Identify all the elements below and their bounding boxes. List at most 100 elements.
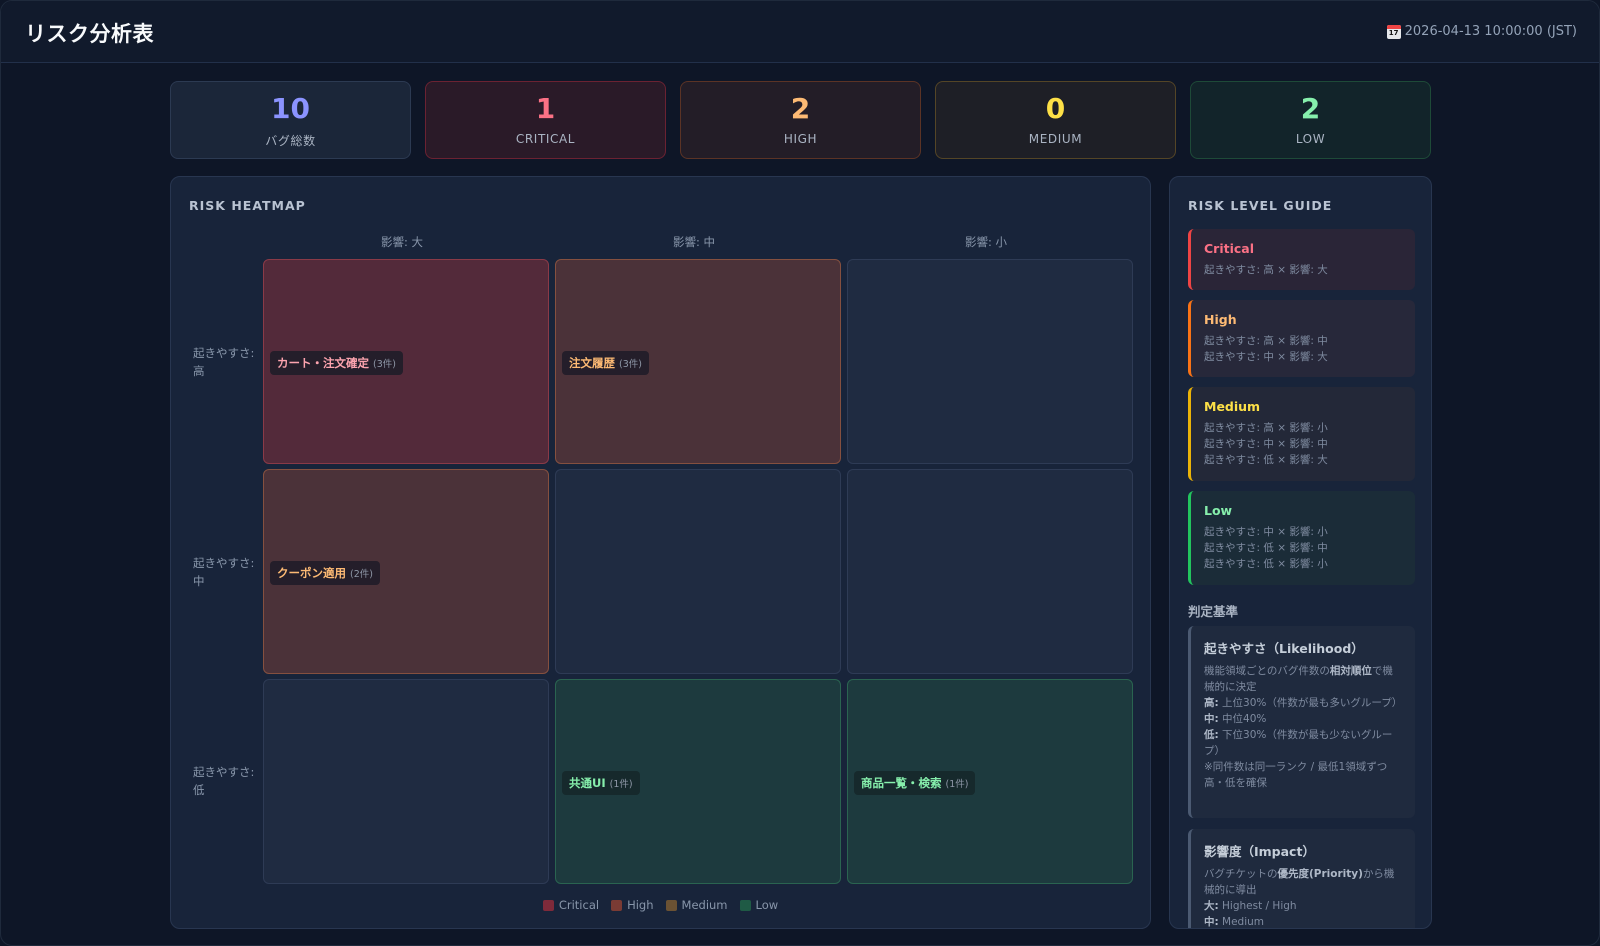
criteria-likelihood: 起きやすさ（Likelihood） 機能領域ごとのバグ件数の相対順位で機械的に決… bbox=[1188, 626, 1415, 818]
row-header-label: 起きやすさ: bbox=[193, 346, 255, 360]
row-header-likelihood-high: 起きやすさ: 高 bbox=[193, 344, 261, 380]
stat-critical: 1 CRITICAL bbox=[425, 81, 666, 159]
heatmap-legend: Critical High Medium Low bbox=[171, 898, 1150, 912]
guide-rule: 起きやすさ: 低 × 影響: 小 bbox=[1204, 558, 1328, 570]
stat-medium: 0 MEDIUM bbox=[935, 81, 1176, 159]
heatmap-cell-mid-large[interactable]: クーポン適用 (2件) bbox=[263, 469, 549, 674]
guide-critical: Critical 起きやすさ: 高 × 影響: 大 bbox=[1188, 229, 1415, 290]
legend-label: Low bbox=[755, 898, 779, 912]
timestamp: 2026-04-13 10:00:00 (JST) bbox=[1386, 24, 1577, 39]
row-header-level: 低 bbox=[193, 783, 205, 797]
row-header-level: 高 bbox=[193, 364, 205, 378]
criteria-description: バグチケットの優先度(Priority)から機械的に導出 bbox=[1204, 866, 1403, 898]
risk-heatmap-panel: RISK HEATMAP 影響: 大 影響: 中 影響: 小 起きやすさ: 高 … bbox=[170, 176, 1151, 929]
stat-label: MEDIUM bbox=[1028, 132, 1083, 146]
area-name: 注文履歴 bbox=[569, 356, 615, 370]
area-name: カート・注文確定 bbox=[277, 356, 369, 370]
guide-high: High 起きやすさ: 高 × 影響: 中 起きやすさ: 中 × 影響: 大 bbox=[1188, 300, 1415, 377]
guide-rule: 起きやすさ: 中 × 影響: 中 bbox=[1204, 438, 1328, 450]
criteria-text: バグチケットの bbox=[1204, 868, 1278, 880]
stat-label: HIGH bbox=[783, 132, 818, 146]
stat-value: 1 bbox=[535, 92, 556, 125]
criteria-key: 中: bbox=[1204, 916, 1219, 928]
area-chip[interactable]: 注文履歴 (3件) bbox=[562, 351, 649, 375]
heatmap-cell-mid-mid[interactable] bbox=[555, 469, 841, 674]
stat-label: CRITICAL bbox=[515, 132, 576, 146]
heatmap-cell-high-large[interactable]: カート・注文確定 (3件) bbox=[263, 259, 549, 464]
legend-swatch bbox=[611, 899, 623, 911]
heatmap-cell-high-mid[interactable]: 注文履歴 (3件) bbox=[555, 259, 841, 464]
guide-low: Low 起きやすさ: 中 × 影響: 小 起きやすさ: 低 × 影響: 中 起き… bbox=[1188, 491, 1415, 585]
criteria-rule-low: 低: 下位30%（件数が最も少ないグループ） bbox=[1204, 727, 1403, 759]
guide-rule: 起きやすさ: 高 × 影響: 大 bbox=[1204, 264, 1328, 276]
stat-value: 10 bbox=[271, 92, 310, 125]
page-title: リスク分析表 bbox=[25, 22, 154, 46]
criteria-rule-large: 大: Highest / High bbox=[1204, 898, 1403, 914]
criteria-value: 中位40% bbox=[1218, 713, 1267, 725]
area-count: (3件) bbox=[619, 359, 642, 370]
guide-rule: 起きやすさ: 低 × 影響: 大 bbox=[1204, 454, 1328, 466]
area-name: 商品一覧・検索 bbox=[861, 776, 942, 790]
stat-total-bugs: 10 バグ総数 bbox=[170, 81, 411, 159]
heatmap-cell-high-small[interactable] bbox=[847, 259, 1133, 464]
stat-high: 2 HIGH bbox=[680, 81, 921, 159]
legend-label: Critical bbox=[558, 898, 600, 912]
criteria-text: 機能領域ごとのバグ件数の bbox=[1204, 665, 1330, 677]
row-header-likelihood-mid: 起きやすさ: 中 bbox=[193, 554, 261, 590]
criteria-emphasis: 優先度(Priority) bbox=[1277, 868, 1363, 880]
heatmap-cell-mid-small[interactable] bbox=[847, 469, 1133, 674]
heatmap-cell-low-large[interactable] bbox=[263, 679, 549, 884]
stat-value: 2 bbox=[790, 92, 811, 125]
criteria-rule-mid: 中: Medium bbox=[1204, 914, 1403, 928]
heatmap-cell-low-mid[interactable]: 共通UI (1件) bbox=[555, 679, 841, 884]
header-bar: リスク分析表 2026-04-13 10:00:00 (JST) bbox=[1, 1, 1599, 63]
row-header-label: 起きやすさ: bbox=[193, 765, 255, 779]
area-chip[interactable]: カート・注文確定 (3件) bbox=[270, 351, 403, 375]
legend-swatch bbox=[739, 899, 751, 911]
criteria-value: 上位30%（件数が最も多いグループ） bbox=[1218, 697, 1403, 709]
legend-label: Medium bbox=[681, 898, 728, 912]
stat-label: バグ総数 bbox=[265, 134, 316, 148]
area-chip[interactable]: 共通UI (1件) bbox=[562, 771, 640, 795]
heatmap-title: RISK HEATMAP bbox=[189, 198, 306, 213]
guide-rule: 起きやすさ: 中 × 影響: 小 bbox=[1204, 526, 1328, 538]
criteria-key: 低: bbox=[1204, 729, 1219, 741]
legend-item-high: High bbox=[611, 898, 654, 912]
guide-rule: 起きやすさ: 中 × 影響: 大 bbox=[1204, 351, 1328, 363]
row-header-likelihood-low: 起きやすさ: 低 bbox=[193, 763, 261, 799]
guide-level-title: Low bbox=[1204, 503, 1233, 518]
guide-rule: 起きやすさ: 高 × 影響: 中 bbox=[1204, 335, 1328, 347]
area-chip[interactable]: クーポン適用 (2件) bbox=[270, 561, 380, 585]
criteria-description: 機能領域ごとのバグ件数の相対順位で機械的に決定 bbox=[1204, 663, 1403, 695]
criteria-heading: 起きやすさ（Likelihood） bbox=[1204, 641, 1364, 656]
heatmap-cell-low-small[interactable]: 商品一覧・検索 (1件) bbox=[847, 679, 1133, 884]
area-count: (3件) bbox=[373, 359, 396, 370]
guide-title: RISK LEVEL GUIDE bbox=[1188, 198, 1333, 213]
criteria-emphasis: 相対順位 bbox=[1329, 665, 1372, 677]
legend-item-critical: Critical bbox=[542, 898, 600, 912]
area-count: (1件) bbox=[609, 779, 633, 790]
area-chip[interactable]: 商品一覧・検索 (1件) bbox=[854, 771, 976, 795]
legend-item-medium: Medium bbox=[665, 898, 728, 912]
legend-swatch bbox=[542, 899, 554, 911]
row-header-level: 中 bbox=[193, 574, 205, 588]
guide-rule: 起きやすさ: 高 × 影響: 小 bbox=[1204, 422, 1328, 434]
criteria-key: 高: bbox=[1204, 697, 1219, 709]
column-header-impact-mid: 影響: 中 bbox=[672, 235, 716, 249]
guide-rule: 起きやすさ: 低 × 影響: 中 bbox=[1204, 542, 1328, 554]
legend-label: High bbox=[627, 898, 654, 912]
criteria-rule-high: 高: 上位30%（件数が最も多いグループ） bbox=[1204, 695, 1403, 711]
criteria-key: 中: bbox=[1204, 713, 1219, 725]
timestamp-text: 2026-04-13 10:00:00 (JST) bbox=[1404, 24, 1577, 39]
guide-level-title: Medium bbox=[1204, 399, 1261, 414]
area-count: (2件) bbox=[350, 569, 373, 580]
area-name: クーポン適用 bbox=[277, 566, 346, 580]
area-name: 共通UI bbox=[569, 776, 606, 790]
criteria-impact: 影響度（Impact） バグチケットの優先度(Priority)から機械的に導出… bbox=[1188, 829, 1415, 928]
stat-label: LOW bbox=[1295, 132, 1326, 146]
criteria-key: 大: bbox=[1204, 900, 1219, 912]
criteria-value: Highest / High bbox=[1218, 900, 1297, 912]
stat-value: 0 bbox=[1045, 92, 1066, 125]
area-count: (1件) bbox=[945, 779, 969, 790]
criteria-rule-mid: 中: 中位40% bbox=[1204, 711, 1403, 727]
